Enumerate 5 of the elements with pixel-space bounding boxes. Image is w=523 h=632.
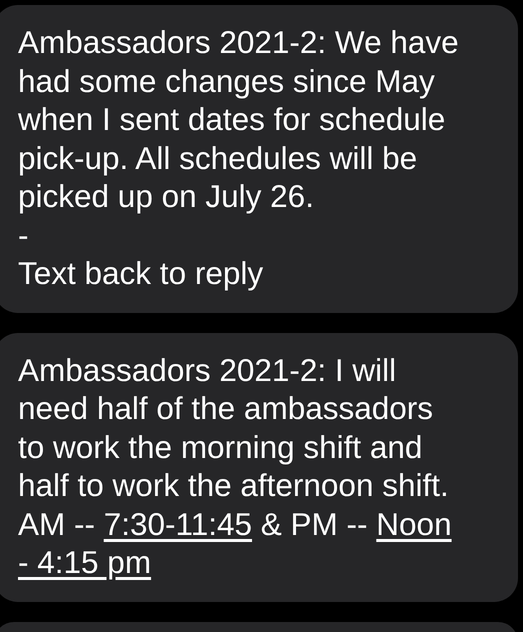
- message-link[interactable]: Noon: [376, 506, 452, 542]
- message-link[interactable]: 7:30-11:45: [104, 506, 252, 542]
- message-text: Ambassadors 2021-2: We have had some changes since May when I sent dates for schedule pick-up. All schedules will be picked up on July 26. - Text back to reply: [18, 23, 460, 292]
- message-link[interactable]: - 4:15 pm: [18, 544, 152, 580]
- message-text: Ambassadors 2021-2: I will need half of the ambassadors to work the morning shift and half to work the afternoon shift. AM -- 7:30-11:45 & PM -- Noon - 4:15 pm: [18, 350, 453, 582]
